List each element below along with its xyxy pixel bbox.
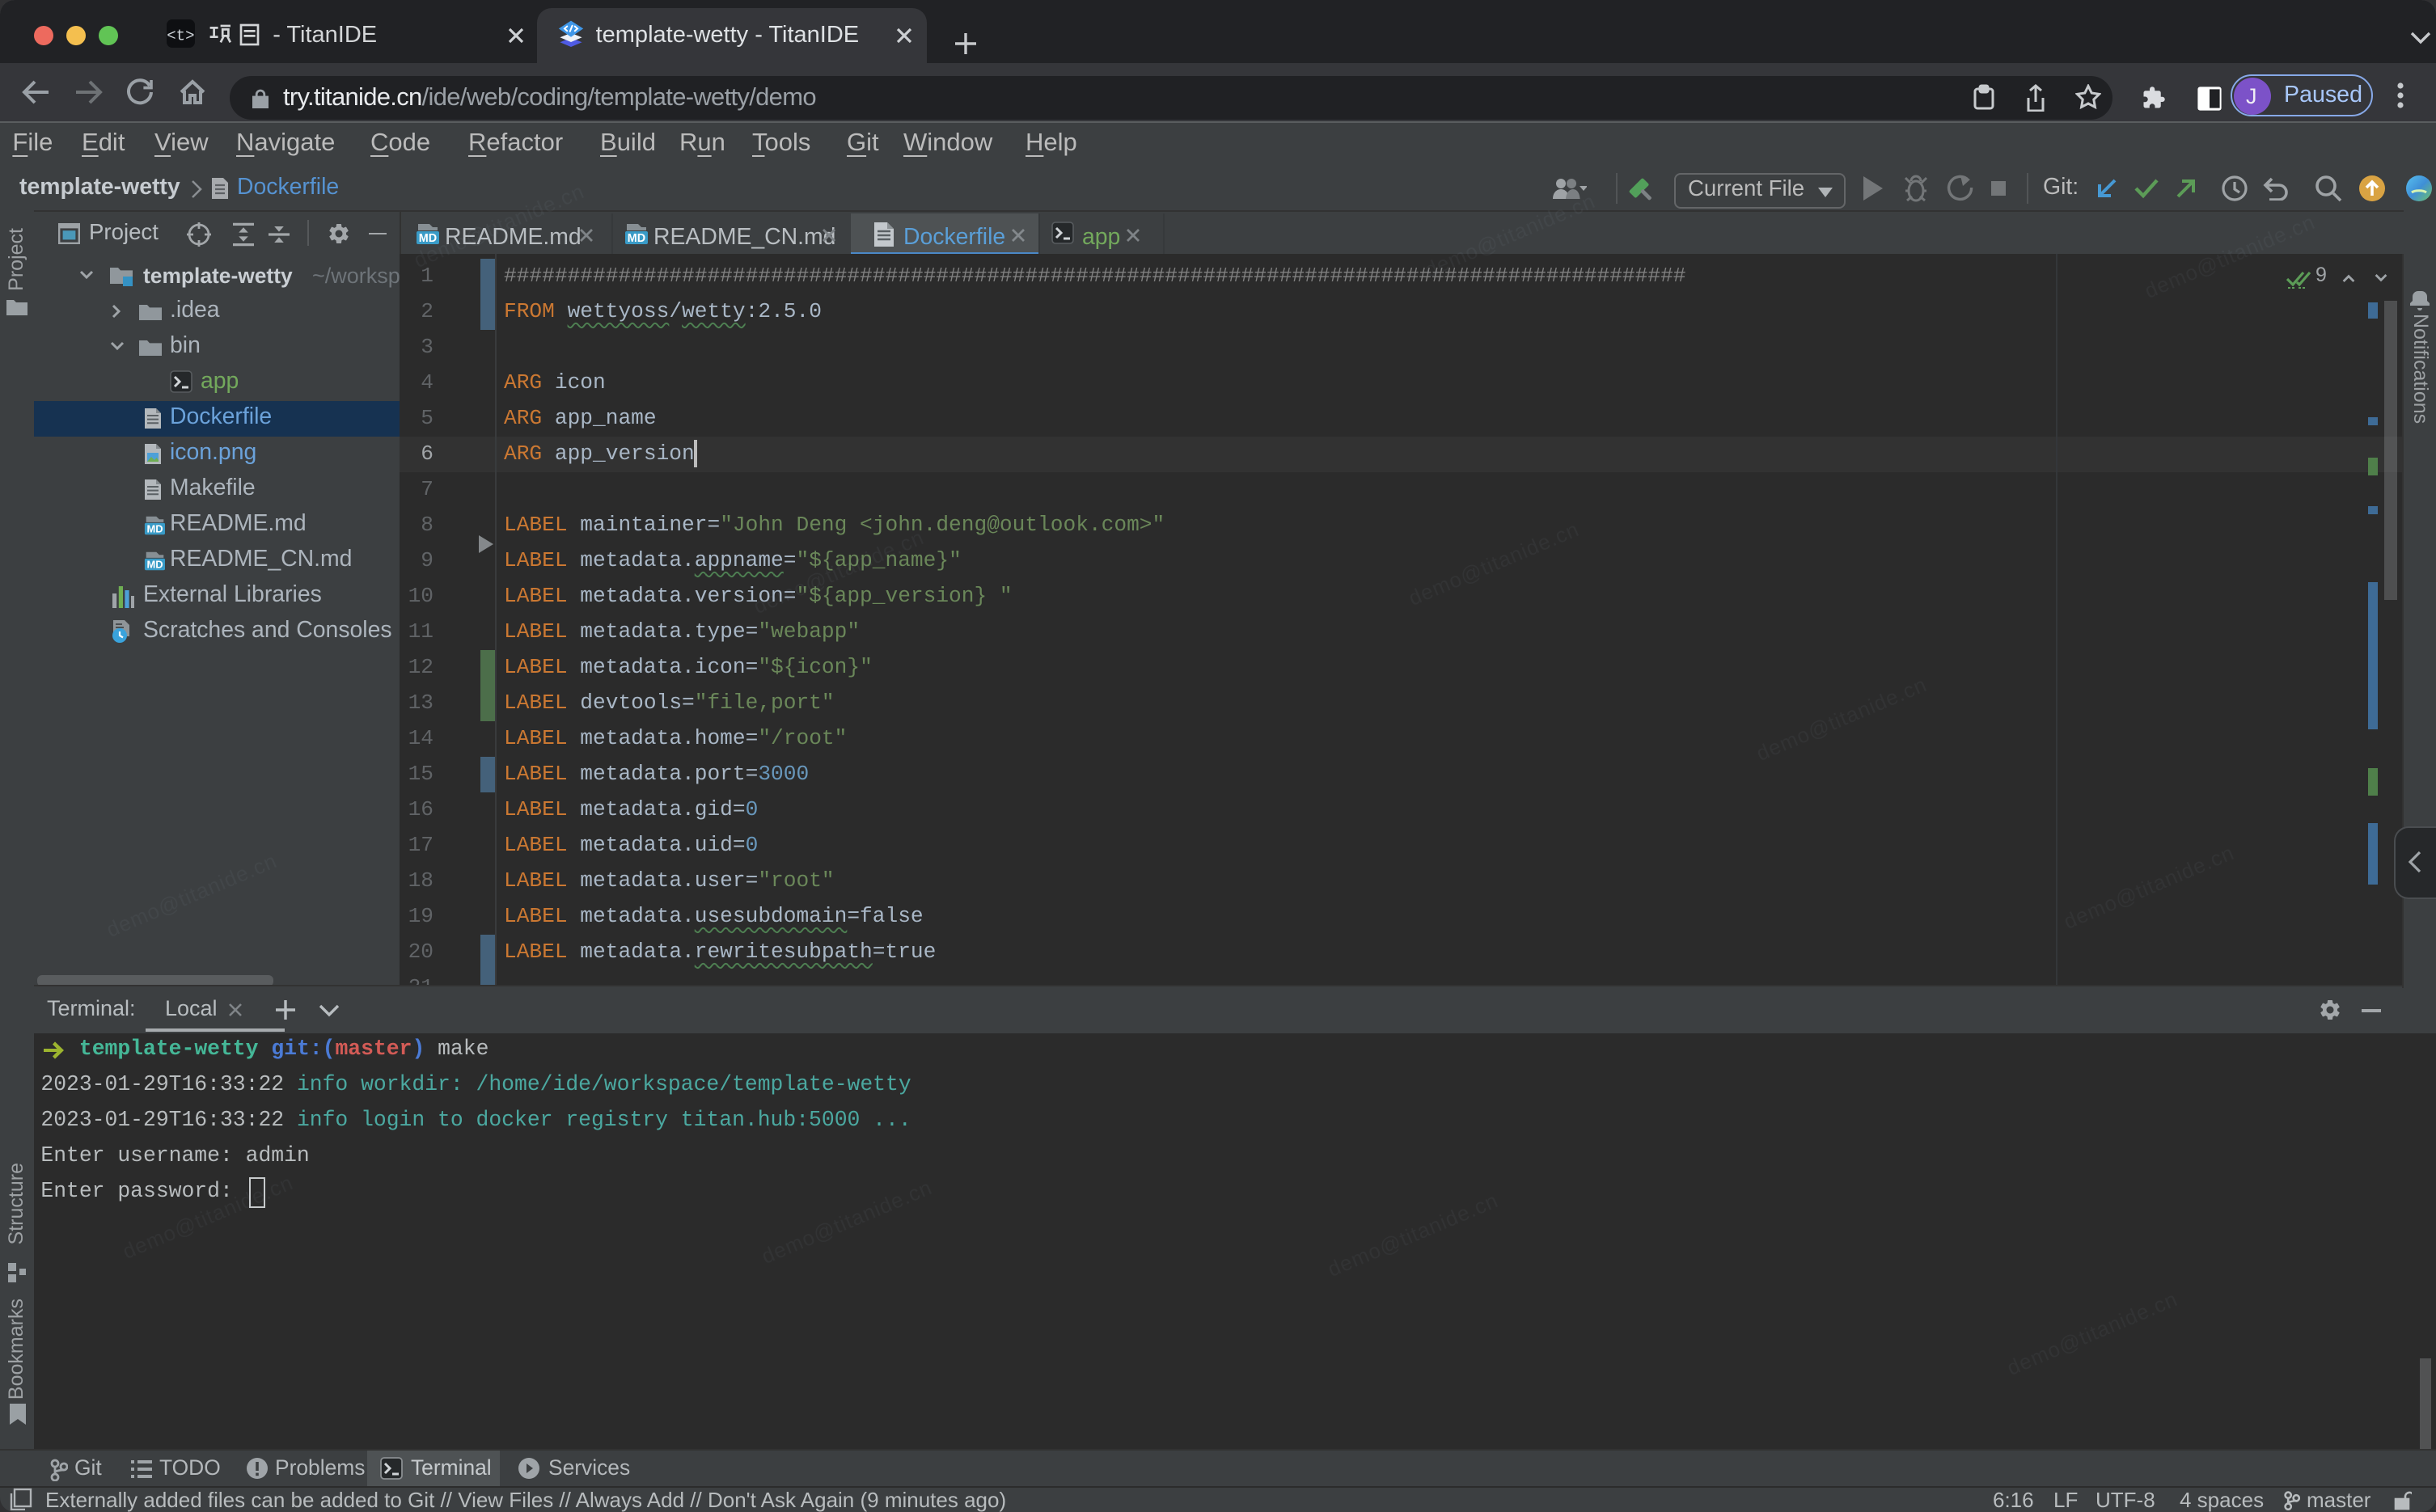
svg-text:MD: MD <box>146 558 162 570</box>
svg-text:<t>: <t> <box>167 27 195 45</box>
svg-text:MD: MD <box>146 522 162 534</box>
svg-text:MD: MD <box>627 232 645 245</box>
